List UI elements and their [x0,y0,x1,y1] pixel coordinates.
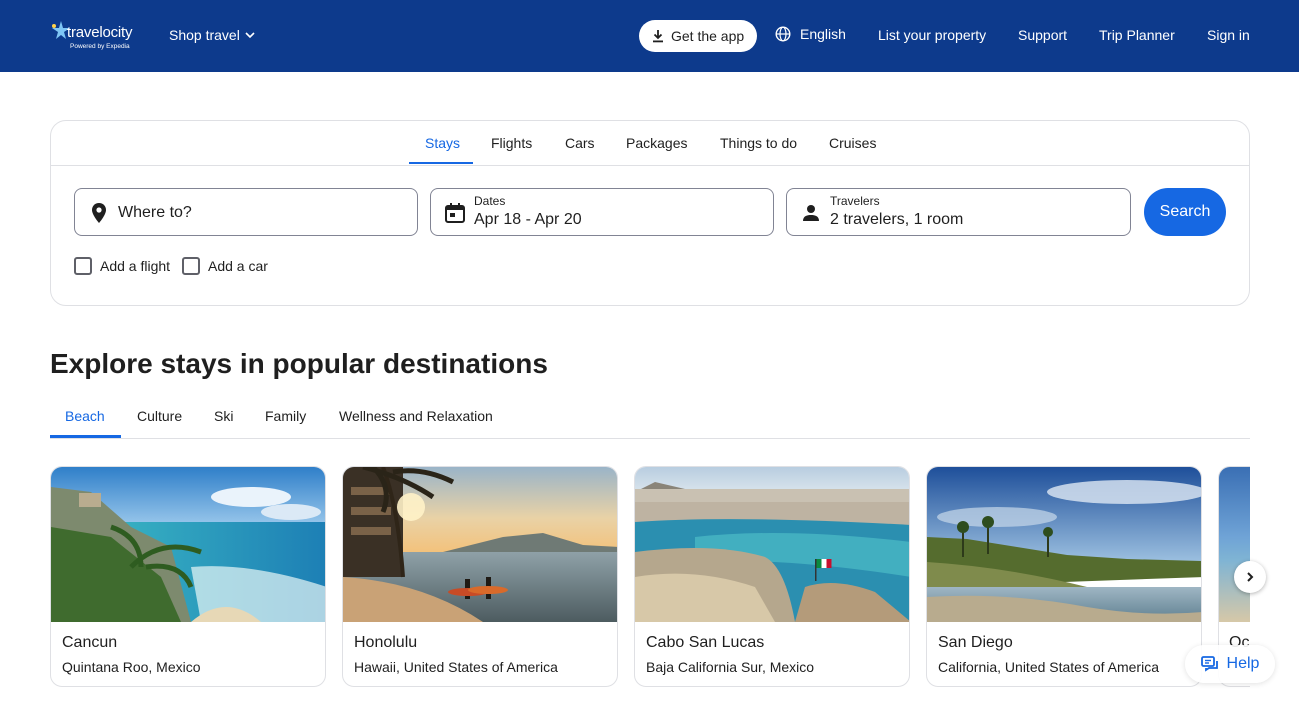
add-car-label: Add a car [208,258,268,274]
tab-cruises[interactable]: Cruises [829,135,876,151]
search-button[interactable]: Search [1144,188,1226,236]
trip-planner-link[interactable]: Trip Planner [1099,27,1175,43]
travelers-label: Travelers [830,194,880,208]
destination-photo-cabo [635,467,909,622]
add-car-checkbox[interactable]: Add a car [182,257,268,275]
logo-wordmark: travelocity [67,24,133,41]
add-flight-label: Add a flight [100,258,171,274]
destination-category-tabs: Beach Culture Ski Family Wellness and Re… [50,396,1250,439]
category-tab-family[interactable]: Family [265,408,306,424]
category-tab-wellness[interactable]: Wellness and Relaxation [339,408,493,424]
category-tab-culture[interactable]: Culture [137,408,182,424]
card-city: Honolulu [354,634,418,651]
person-icon [803,205,819,221]
help-label: Help [1226,655,1260,672]
map-pin-icon [92,203,106,223]
sign-in-link[interactable]: Sign in [1207,27,1250,43]
support-link[interactable]: Support [1018,27,1067,43]
tab-cars[interactable]: Cars [565,135,595,151]
checkbox-box[interactable] [74,257,92,275]
get-app-label: Get the app [671,28,745,44]
language-label: English [800,26,846,42]
travelers-field[interactable]: Travelers 2 travelers, 1 room [786,188,1131,236]
category-tab-ski[interactable]: Ski [214,408,233,424]
tab-stays[interactable]: Stays [425,135,460,151]
active-category-indicator [50,435,121,438]
destination-card-cabo[interactable]: Cabo San Lucas Baja California Sur, Mexi… [634,466,910,687]
chevron-down-icon [245,32,255,39]
destination-photo-san-diego [927,467,1201,622]
chevron-right-icon [1247,572,1254,582]
card-region: Baja California Sur, Mexico [646,659,815,675]
globe-icon [775,26,791,42]
dates-value: Apr 18 - Apr 20 [474,211,582,228]
destination-photo-honolulu [343,467,617,622]
travelers-value: 2 travelers, 1 room [830,211,964,228]
language-selector[interactable]: English [775,26,846,42]
checkbox-box[interactable] [182,257,200,275]
search-tabs: Stays Flights Cars Packages Things to do… [51,121,1249,166]
active-tab-indicator [409,162,473,164]
list-property-link[interactable]: List your property [878,27,986,43]
calendar-icon [445,203,465,223]
destination-placeholder: Where to? [118,204,192,221]
carousel-next-button[interactable] [1234,561,1266,593]
destination-field[interactable]: Where to? [74,188,418,236]
card-city: San Diego [938,634,1013,651]
destination-card-cancun[interactable]: Cancun Quintana Roo, Mexico [50,466,326,687]
shop-travel-label: Shop travel [169,27,240,43]
explore-heading: Explore stays in popular destinations [50,348,548,379]
category-tab-beach[interactable]: Beach [65,408,105,424]
destination-card-honolulu[interactable]: Honolulu Hawaii, United States of Americ… [342,466,618,687]
help-button[interactable]: Help [1185,645,1275,683]
travelocity-logo[interactable]: travelocity Powered by Expedia [50,18,142,54]
search-form-card: Stays Flights Cars Packages Things to do… [50,120,1250,306]
top-header: travelocity Powered by Expedia Shop trav… [0,0,1299,72]
card-city: Cabo San Lucas [646,634,765,651]
tab-flights[interactable]: Flights [491,135,532,151]
dates-label: Dates [474,194,506,208]
destination-photo-cancun [51,467,325,622]
get-app-button[interactable]: Get the app [639,20,758,52]
shop-travel-menu[interactable]: Shop travel [169,27,256,43]
destination-card-san-diego[interactable]: San Diego California, United States of A… [926,466,1202,687]
logo-subtitle: Powered by Expedia [70,43,130,50]
card-region: Hawaii, United States of America [354,659,558,675]
add-flight-checkbox[interactable]: Add a flight [74,257,170,275]
card-city: Cancun [62,634,118,651]
tab-packages[interactable]: Packages [626,135,687,151]
tab-things-to-do[interactable]: Things to do [720,135,797,151]
destination-photo-partial [1219,467,1250,622]
chat-icon [1200,656,1218,672]
card-region: Quintana Roo, Mexico [62,659,201,675]
dates-field[interactable]: Dates Apr 18 - Apr 20 [430,188,774,236]
card-region: California, United States of America [938,659,1159,675]
download-icon [653,30,663,43]
